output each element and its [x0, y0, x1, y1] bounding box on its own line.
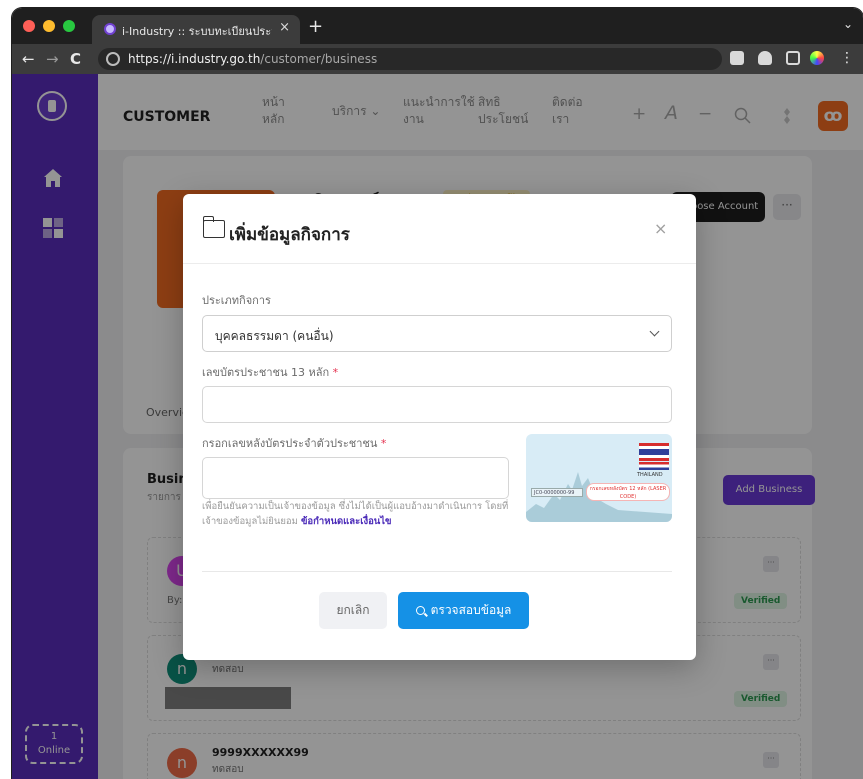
url-path: /customer/business [260, 52, 378, 66]
url-host: https://i.industry.go.th [128, 52, 261, 66]
new-tab-button[interactable]: + [308, 16, 323, 37]
required-mark: * [332, 366, 339, 379]
id-number-input[interactable] [202, 386, 672, 423]
tab-favicon-icon [104, 23, 116, 35]
required-mark: * [380, 437, 387, 450]
close-icon[interactable]: × [654, 219, 667, 238]
reload-icon[interactable]: C [70, 50, 81, 68]
browser-tabstrip: i-Industry :: ระบบทะเบียนประวัติ × + ⌄ [12, 8, 863, 44]
business-type-label: ประเภทกิจการ [202, 294, 271, 307]
thai-flag-icon [639, 443, 669, 461]
business-type-select[interactable]: บุคคลธรรมดา (คนอื่น) [202, 315, 672, 352]
verify-button[interactable]: ตรวจสอบข้อมูล [398, 592, 529, 629]
idcard-country: THAILAND [637, 472, 663, 478]
folder-add-icon [202, 216, 225, 238]
cancel-button[interactable]: ยกเลิก [319, 592, 387, 629]
browser-menu-icon[interactable]: ⋮ [840, 50, 854, 66]
maximize-window-button[interactable] [63, 20, 75, 32]
modal-header: เพิ่มข้อมูลกิจการ × [183, 194, 696, 264]
extensions-puzzle-icon[interactable] [758, 51, 772, 65]
idcard-number: JC0-0000000-99 [531, 488, 583, 497]
minimize-window-button[interactable] [43, 20, 55, 32]
id-card-sample-image: THAILAND JC0-0000000-99 กรอกเลขหลังบัตร … [526, 434, 672, 522]
business-type-value: บุคคลธรรมดา (คนอื่น) [215, 329, 334, 343]
id-number-label-text: เลขบัตรประชาชน 13 หลัก [202, 366, 330, 379]
camera-extension-icon[interactable] [730, 51, 744, 65]
id-number-label: เลขบัตรประชาชน 13 หลัก * [202, 363, 338, 381]
forward-arrow-icon[interactable]: → [46, 50, 59, 68]
side-panel-icon[interactable] [786, 51, 800, 65]
terms-link[interactable]: ข้อกำหนดและเงื่อนไข [301, 516, 392, 527]
site-info-icon[interactable] [106, 52, 120, 66]
consent-hint: เพื่อยืนยันความเป็นเจ้าของข้อมูล ซึ่งไม่… [202, 499, 514, 529]
card-back-label-text: กรอกเลขหลังบัตรประจำตัวประชาชน [202, 437, 378, 450]
address-bar[interactable]: https://i.industry.go.th/customer/busine… [98, 48, 722, 70]
back-arrow-icon[interactable]: ← [22, 50, 35, 68]
browser-window: i-Industry :: ระบบทะเบียนประวัติ × + ⌄ ←… [12, 8, 863, 779]
browser-tab[interactable]: i-Industry :: ระบบทะเบียนประวัติ × [92, 15, 300, 44]
card-back-input[interactable] [202, 457, 509, 499]
search-icon [415, 606, 425, 615]
url-text: https://i.industry.go.th/customer/busine… [128, 52, 377, 66]
card-back-label: กรอกเลขหลังบัตรประจำตัวประชาชน * [202, 434, 386, 452]
tab-search-chevron-icon[interactable]: ⌄ [843, 17, 853, 31]
modal-title: เพิ่มข้อมูลกิจการ [229, 225, 350, 245]
tab-close-icon[interactable]: × [279, 20, 290, 35]
verify-button-label: ตรวจสอบข้อมูล [430, 603, 512, 617]
tab-title: i-Industry :: ระบบทะเบียนประวัติ [122, 25, 272, 38]
browser-toolbar: ← → C https://i.industry.go.th/customer/… [12, 44, 863, 74]
modal-divider [202, 571, 672, 572]
idcard-highlight: กรอกเลขหลังบัตร 12 หลัก (LASER CODE) [586, 483, 670, 501]
add-business-modal: เพิ่มข้อมูลกิจการ × ประเภทกิจการ บุคคลธร… [183, 194, 696, 660]
chevron-down-icon [649, 326, 660, 337]
profile-avatar-icon[interactable] [810, 51, 824, 65]
close-window-button[interactable] [23, 20, 35, 32]
thai-flag-icon [639, 462, 669, 470]
